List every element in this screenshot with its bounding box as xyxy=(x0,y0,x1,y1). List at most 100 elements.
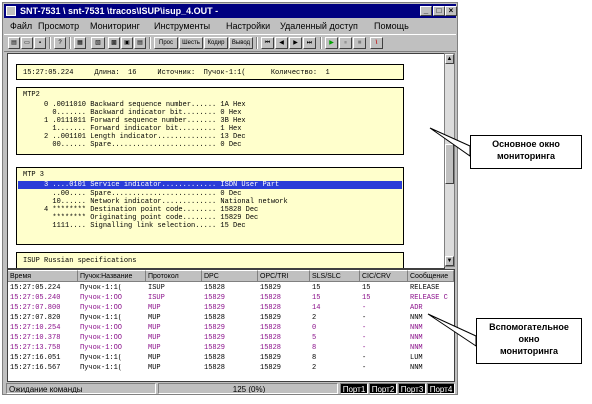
grid-column-header[interactable]: DPC xyxy=(202,270,258,282)
mtp2-line: 2 ..001101 Length indicator.............… xyxy=(23,133,246,141)
menu-settings[interactable]: Настройки xyxy=(226,19,270,33)
menu-help[interactable]: Помощь xyxy=(374,19,409,33)
aux-monitoring-grid[interactable]: Время Пучок:Название Протокол DPC OPC/TRI SLS… xyxy=(7,269,455,382)
table-cell: 15828 xyxy=(260,344,282,352)
table-cell: 15829 xyxy=(204,334,226,342)
grid-column-header[interactable]: Время xyxy=(8,270,78,282)
grid-column-header[interactable]: CIC/CRV xyxy=(360,270,408,282)
grid-column-header[interactable]: Протокол xyxy=(146,270,202,282)
table-cell: - xyxy=(362,334,367,342)
first-record-icon[interactable]: ⏮ xyxy=(261,37,274,49)
callout-line: Основное окно xyxy=(492,139,560,149)
view-button[interactable]: Прос xyxy=(154,37,178,49)
menu-monitor[interactable]: Мониторинг xyxy=(90,19,140,33)
table-cell: Пучок-1:1( xyxy=(80,284,123,292)
table-cell: 15829 xyxy=(260,354,282,362)
tool-button-1[interactable]: ▦ xyxy=(74,37,86,49)
callout-line: мониторинга xyxy=(499,346,558,356)
clear-icon[interactable]: \ xyxy=(370,37,383,49)
pause-icon[interactable]: ⏸ xyxy=(339,37,352,49)
mtp3-line: ******** Originating point code........ … xyxy=(23,214,259,222)
title-bar[interactable]: SNT-7531 \ snt-7531 \tracos\ISUP\isup_4.… xyxy=(4,4,457,18)
table-cell: 15:27:16.567 xyxy=(10,364,61,372)
minimize-button[interactable]: _ xyxy=(420,6,432,16)
tool-button-5[interactable]: ▤ xyxy=(134,37,146,49)
menu-bar: Файл Просмотр Мониторинг Инструменты Нас… xyxy=(4,19,456,33)
toolbar-separator xyxy=(149,37,151,49)
table-cell: 15 xyxy=(362,284,371,292)
mtp3-header: MTP 3 xyxy=(23,171,45,179)
output-button[interactable]: Вывод xyxy=(229,37,253,49)
scroll-thumb[interactable] xyxy=(445,144,454,184)
table-row[interactable]: 15:27:05.224 Пучок-1:1(ISUP 15828 15829 15 15… xyxy=(8,284,454,292)
decode-button[interactable]: Кодир xyxy=(204,37,228,49)
print-button[interactable]: ▤ xyxy=(8,37,20,49)
table-cell: 15829 xyxy=(204,324,226,332)
summary-box: 15:27:05.224 Длина: 16 Источник: Пучок-1… xyxy=(16,64,404,80)
grid-column-header[interactable]: SLS/SLC xyxy=(310,270,360,282)
table-cell: - xyxy=(362,344,367,352)
table-cell: 15828 xyxy=(260,304,282,312)
table-cell: 15828 xyxy=(260,334,282,342)
menu-tools[interactable]: Инструменты xyxy=(154,19,210,33)
table-cell: 15 xyxy=(362,294,371,302)
menu-view[interactable]: Просмотр xyxy=(38,19,79,33)
table-cell: 8 xyxy=(312,354,317,362)
menu-remote[interactable]: Удаленный доступ xyxy=(280,19,358,33)
last-record-icon[interactable]: ⏭ xyxy=(303,37,316,49)
table-cell: 15829 xyxy=(204,294,226,302)
stop-icon[interactable]: ■ xyxy=(353,37,366,49)
tool-button-3[interactable]: ▩ xyxy=(108,37,120,49)
scroll-up-icon[interactable]: ▲ xyxy=(445,54,454,64)
table-cell: Пучок-1:ОО xyxy=(80,344,123,352)
grid-column-header[interactable]: Пучок:Название xyxy=(78,270,146,282)
table-cell: 8 xyxy=(312,344,317,352)
tool-button-2[interactable]: ▧ xyxy=(91,37,105,49)
toolbar-separator xyxy=(320,37,322,49)
main-monitoring-pane[interactable]: 15:27:05.224 Длина: 16 Источник: Пучок-1… xyxy=(7,53,445,269)
table-cell: Пучок-1:1( xyxy=(80,354,123,362)
table-cell: 5 xyxy=(312,334,317,342)
table-row[interactable]: 15:27:16.051 Пучок-1:1(MUP 15828 15829 8 - LUM xyxy=(8,354,454,362)
table-cell: - xyxy=(362,354,367,362)
main-window: SNT-7531 \ snt-7531 \tracos\ISUP\isup_4.… xyxy=(2,2,458,395)
status-bar: Ожидание команды 125 (0%) Порт1 Порт2 По… xyxy=(4,383,456,394)
table-cell: NNM xyxy=(410,334,423,342)
next-record-icon[interactable]: ▶ xyxy=(289,37,302,49)
maximize-button[interactable]: □ xyxy=(433,6,445,16)
port-2-indicator: Порт2 xyxy=(369,383,397,394)
scroll-down-icon[interactable]: ▼ xyxy=(445,256,454,266)
window-title: SNT-7531 \ snt-7531 \tracos\ISUP\isup_4.… xyxy=(20,6,219,16)
mtp3-line: 1111.... Signalling link selection..... … xyxy=(23,222,246,230)
help-button[interactable]: ? xyxy=(54,37,66,49)
toolbar-separator xyxy=(256,37,258,49)
table-cell: 15:27:10.254 xyxy=(10,324,61,332)
mtp2-line: 00...... Spare......................... … xyxy=(23,141,242,149)
table-row[interactable]: 15:27:16.567 Пучок-1:1(MUP 15828 15829 2 - NNM xyxy=(8,364,454,372)
table-row[interactable]: 15:27:13.758 Пучок-1:ОО MUP 15829 15828 8 - NNM xyxy=(8,344,454,352)
previous-record-icon[interactable]: ◀ xyxy=(275,37,288,49)
table-cell: Пучок-1:ОО xyxy=(80,294,123,302)
main-scrollbar[interactable]: ▲ ▼ xyxy=(444,53,455,267)
hex-button[interactable]: Шесть xyxy=(179,37,203,49)
table-cell: ADR xyxy=(410,304,423,312)
tool-button-4[interactable]: ▣ xyxy=(121,37,133,49)
table-row[interactable]: 15:27:10.378 Пучок-1:ОО MUP 15829 15828 5 - NNM xyxy=(8,334,454,342)
grid-column-header[interactable]: OPC/TRI xyxy=(258,270,310,282)
table-row[interactable]: 15:27:07.800 Пучок-1:ОО MUP 15829 15828 14 - AD… xyxy=(8,304,454,312)
table-cell: NNM xyxy=(410,314,423,322)
table-row[interactable]: 15:27:05.240 Пучок-1:ОО ISUP 15829 15828 15 15… xyxy=(8,294,454,302)
selected-field-row[interactable]: 3 ....0101 Service indicator............… xyxy=(18,181,402,189)
open-button[interactable]: ▭ xyxy=(21,37,33,49)
save-button[interactable]: ▪ xyxy=(34,37,46,49)
callout-line: мониторинга xyxy=(496,151,555,161)
table-row[interactable]: 15:27:10.254 Пучок-1:ОО MUP 15829 15828 0 - NNM xyxy=(8,324,454,332)
grid-column-header[interactable]: Сообщение xyxy=(408,270,454,282)
play-icon[interactable]: ▶ xyxy=(325,37,338,49)
close-button[interactable]: × xyxy=(445,6,457,16)
table-cell: 15:27:07.820 xyxy=(10,314,61,322)
table-cell: MUP xyxy=(148,304,161,312)
table-row[interactable]: 15:27:07.820 Пучок-1:1(MUP 15828 15829 2 - NNM xyxy=(8,314,454,322)
menu-file[interactable]: Файл xyxy=(10,19,32,33)
table-cell: - xyxy=(362,364,367,372)
